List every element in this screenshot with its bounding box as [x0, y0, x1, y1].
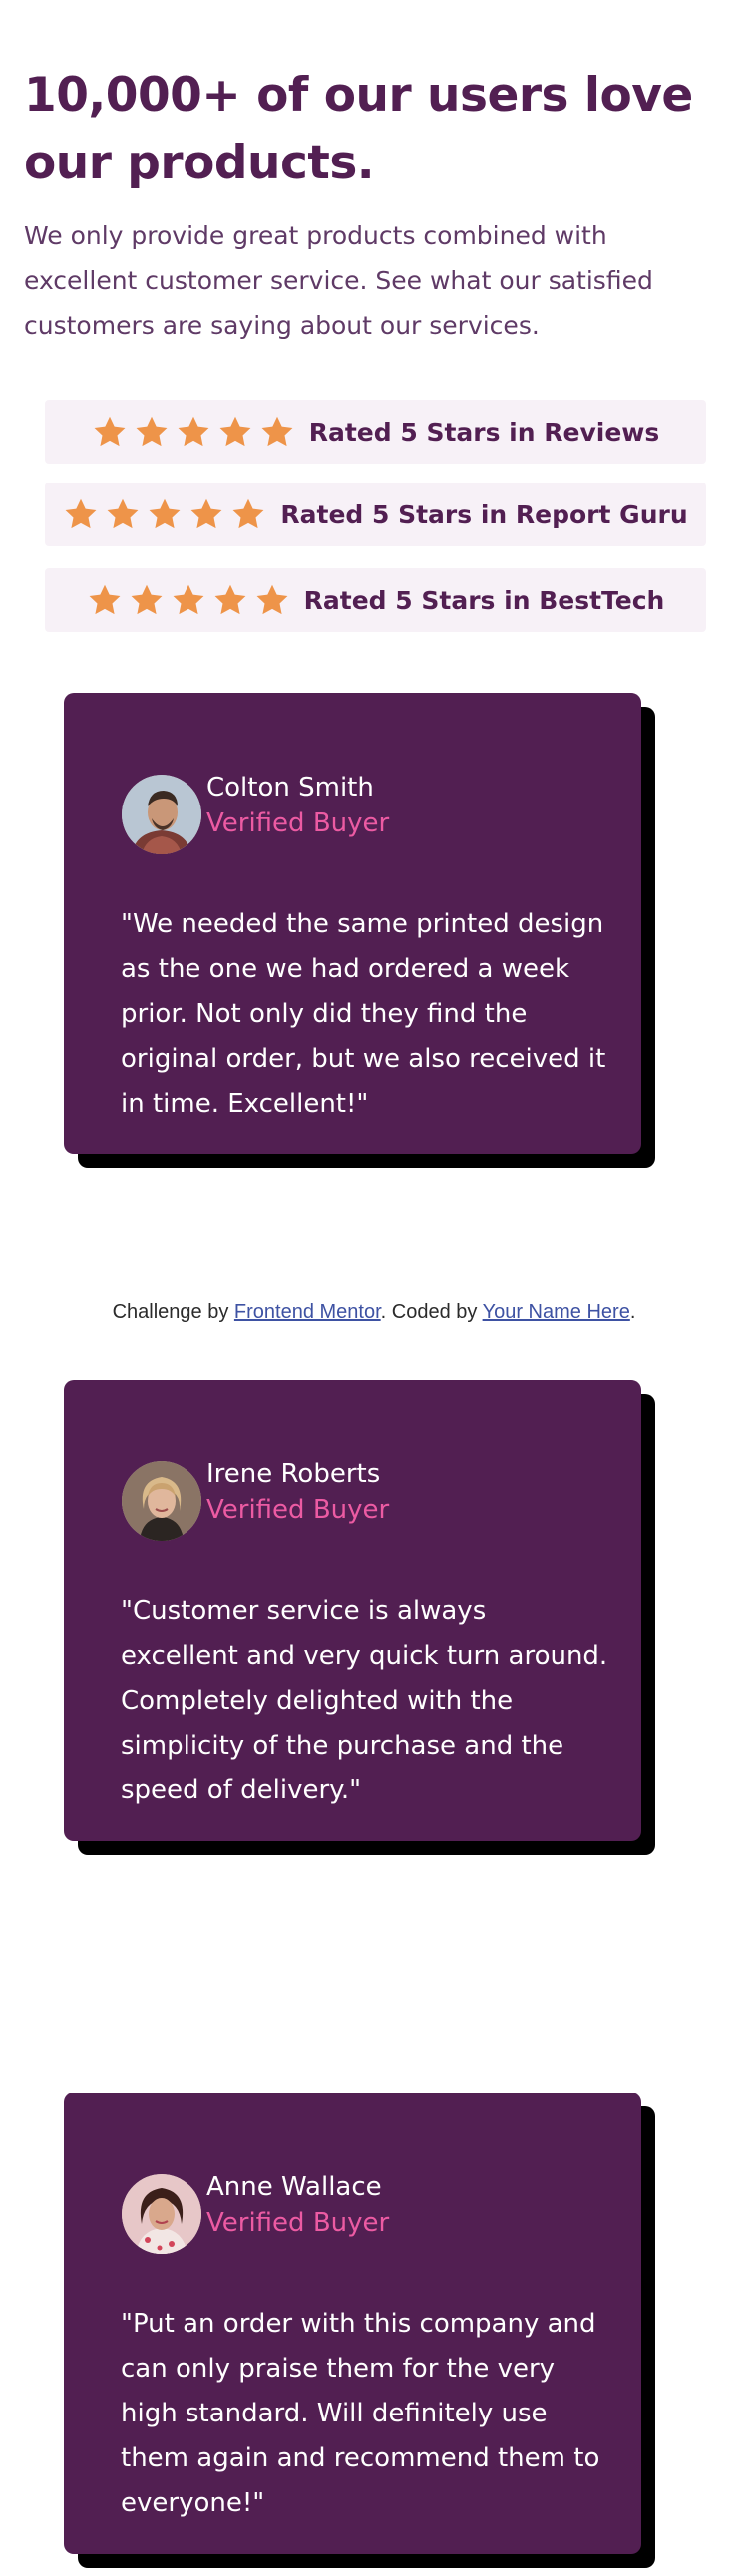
rating-report-guru: Rated 5 Stars in Report Guru — [45, 483, 706, 546]
star-icon — [105, 496, 141, 532]
rating-label: Rated 5 Stars in Reviews — [308, 417, 660, 447]
star-icon — [63, 496, 99, 532]
avatar — [122, 1461, 201, 1541]
star-row — [92, 414, 295, 450]
reviewer-name: Anne Wallace — [206, 2172, 382, 2202]
reviewer-name: Irene Roberts — [206, 1459, 381, 1489]
page-title: 10,000+ of our users love our products. — [24, 68, 693, 190]
star-row — [63, 496, 266, 532]
testimonial-quote: "Customer service is always excellent an… — [121, 1596, 608, 1805]
verified-badge: Verified Buyer — [206, 2208, 390, 2238]
attribution-middle: . Coded by — [380, 1301, 483, 1323]
attribution-prefix: Challenge by — [112, 1301, 234, 1323]
attribution-suffix: . — [629, 1301, 636, 1323]
star-icon — [230, 496, 266, 532]
rating-label: Rated 5 Stars in BestTech — [303, 585, 665, 615]
rating-besttech: Rated 5 Stars in BestTech — [45, 568, 706, 632]
star-icon — [212, 582, 248, 618]
testimonial-card: Colton Smith Verified Buyer "We needed t… — [64, 693, 655, 1168]
avatar — [122, 2174, 201, 2254]
testimonial-card-body: Colton Smith Verified Buyer "We needed t… — [64, 693, 641, 1154]
author-link[interactable]: Your Name Here — [483, 1301, 630, 1323]
avatar — [122, 775, 201, 854]
star-icon — [129, 582, 165, 618]
star-icon — [176, 414, 211, 450]
star-icon — [188, 496, 224, 532]
star-icon — [254, 582, 290, 618]
rating-label: Rated 5 Stars in Report Guru — [280, 499, 688, 529]
star-icon — [147, 496, 183, 532]
testimonial-card-body: Anne Wallace Verified Buyer "Put an orde… — [64, 2093, 641, 2554]
rating-reviews: Rated 5 Stars in Reviews — [45, 400, 706, 464]
star-icon — [259, 414, 295, 450]
testimonial-quote: "We needed the same printed design as th… — [121, 909, 606, 1119]
verified-badge: Verified Buyer — [206, 1495, 390, 1525]
star-icon — [134, 414, 170, 450]
star-icon — [171, 582, 206, 618]
reviewer-name: Colton Smith — [206, 773, 374, 803]
star-row — [87, 582, 290, 618]
star-icon — [87, 582, 123, 618]
attribution: Challenge by Frontend Mentor. Coded by Y… — [0, 1301, 748, 1324]
frontend-mentor-link[interactable]: Frontend Mentor — [234, 1301, 381, 1323]
intro-text: We only provide great products combined … — [24, 221, 653, 340]
testimonial-card: Anne Wallace Verified Buyer "Put an orde… — [64, 2093, 655, 2568]
testimonials-page: 10,000+ of our users love our products. … — [0, 0, 748, 2576]
star-icon — [92, 414, 128, 450]
verified-badge: Verified Buyer — [206, 808, 390, 838]
testimonial-card-body: Irene Roberts Verified Buyer "Customer s… — [64, 1380, 641, 1841]
testimonial-card: Irene Roberts Verified Buyer "Customer s… — [64, 1380, 655, 1855]
testimonial-quote: "Put an order with this company and can … — [121, 2309, 600, 2518]
star-icon — [217, 414, 253, 450]
